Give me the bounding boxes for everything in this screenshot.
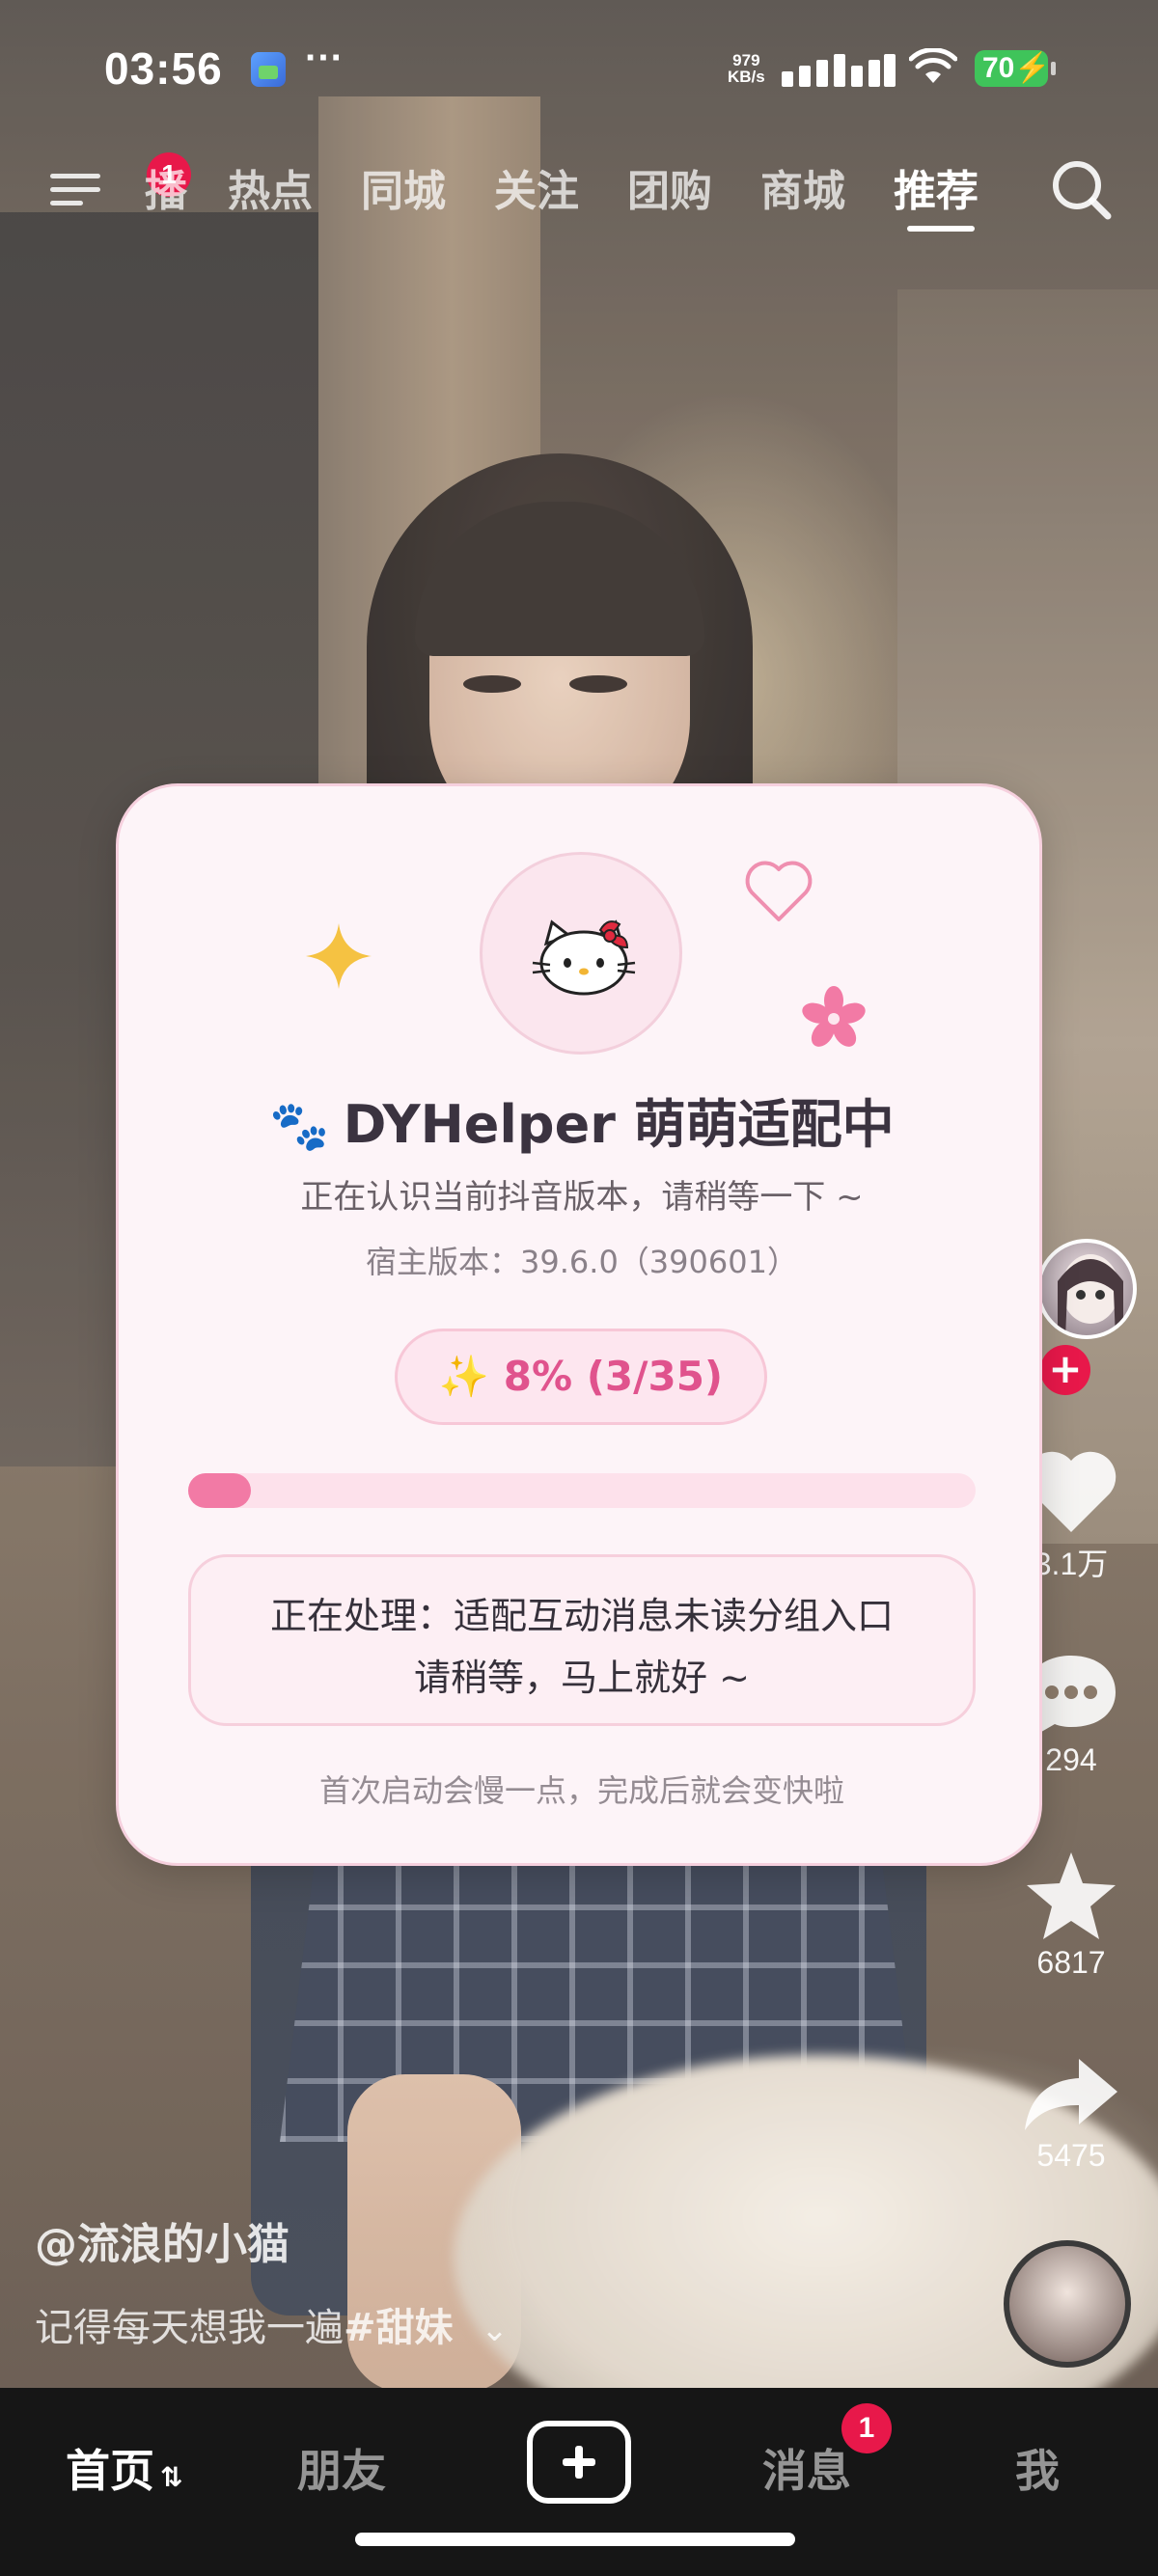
music-disc-icon[interactable]	[1004, 2240, 1131, 2368]
cellular-signal-icon	[782, 48, 896, 87]
progress-bar	[188, 1473, 976, 1508]
host-version: 宿主版本：39.6.0（390601）	[366, 1244, 798, 1280]
tab-live[interactable]: 播	[145, 156, 187, 218]
cherry-blossom-icon	[802, 986, 866, 1047]
tab-following[interactable]: 关注	[494, 156, 579, 218]
home-indicator[interactable]	[355, 2533, 795, 2546]
create-plus-icon[interactable]	[527, 2421, 631, 2504]
progress-pill: ✨ 8% (3/35)	[395, 1329, 767, 1425]
share-icon	[1025, 2059, 1117, 2130]
dialog-title: 🐾 DYHelper 萌萌适配中	[119, 1082, 1045, 1158]
messages-badge: 1	[841, 2403, 892, 2453]
caption-text: 记得每天想我一遍	[35, 2306, 344, 2350]
nav-home-label: 首页	[66, 2445, 154, 2497]
active-tab-indicator	[907, 226, 975, 232]
share-count: 5475	[1036, 2138, 1106, 2173]
dialog-title-text: DYHelper 萌萌适配中	[343, 1094, 895, 1155]
sparkle-icon	[306, 923, 372, 989]
search-icon[interactable]	[1044, 152, 1121, 230]
share-button[interactable]: 5475	[994, 2053, 1148, 2174]
processing-wait-note: 请稍等，马上就好 ~	[414, 1657, 750, 1699]
paw-icon: 🐾	[269, 1098, 330, 1154]
status-bar: 03:56 ··· 979 KB/s 70⚡	[0, 0, 1158, 135]
tab-nearby[interactable]: 同城	[361, 156, 446, 218]
tab-hot[interactable]: 热点	[228, 156, 313, 218]
wifi-icon	[909, 48, 957, 83]
creator-avatar[interactable]	[1036, 1239, 1137, 1339]
processing-status: 正在处理：适配互动消息未读分组入口	[269, 1595, 894, 1637]
favorite-button[interactable]: 6817	[994, 1849, 1148, 1981]
app-notification-icon	[251, 52, 286, 87]
video-caption[interactable]: 记得每天想我一遍#甜妹 ⌄	[35, 2296, 509, 2352]
swap-icon: ⇅	[160, 2461, 183, 2493]
battery-icon: 70⚡	[975, 50, 1056, 87]
network-speed: 979 KB/s	[728, 52, 765, 85]
favorite-count: 6817	[1036, 1945, 1106, 1980]
tab-mall[interactable]: 商城	[760, 156, 845, 218]
tab-group-buy[interactable]: 团购	[627, 156, 712, 218]
expand-caption-icon[interactable]: ⌄	[481, 2311, 509, 2349]
caption-hashtag[interactable]: #甜妹	[344, 2306, 454, 2350]
follow-button[interactable]: +	[1040, 1345, 1090, 1395]
battery-level: 70	[982, 52, 1015, 84]
menu-button[interactable]: 1	[50, 152, 191, 212]
adaptation-dialog: 🐾 DYHelper 萌萌适配中 正在认识当前抖音版本，请稍等一下 ~ 宿主版本：…	[116, 783, 1042, 1866]
author-name[interactable]: @流浪的小猫	[35, 2209, 290, 2271]
processing-status-box: 正在处理：适配互动消息未读分组入口 请稍等，马上就好 ~	[188, 1554, 976, 1726]
more-notifications-icon: ···	[305, 37, 344, 79]
dialog-footer-note: 首次启动会慢一点，完成后就会变快啦	[318, 1772, 844, 1809]
heart-outline-icon	[745, 861, 813, 921]
progress-bar-fill	[188, 1473, 252, 1508]
charging-icon: ⚡	[1014, 52, 1051, 84]
top-nav: 1 播 热点 同城 关注 团购 商城 推荐	[0, 145, 1158, 241]
hello-kitty-logo	[480, 852, 682, 1055]
hello-kitty-icon	[532, 919, 636, 996]
status-time: 03:56	[104, 43, 223, 94]
nav-friends[interactable]: 朋友	[297, 2436, 386, 2500]
nav-messages[interactable]: 消息	[762, 2436, 851, 2500]
nav-me[interactable]: 我	[1015, 2436, 1060, 2500]
nav-home[interactable]: 首页 ⇅	[66, 2436, 182, 2500]
dialog-subtitle: 正在认识当前抖音版本，请稍等一下 ~	[300, 1178, 864, 1217]
network-speed-value: 979	[732, 51, 760, 69]
bottom-nav: 首页 ⇅ 朋友 消息 1 我	[0, 2388, 1158, 2576]
network-speed-unit: KB/s	[728, 68, 765, 86]
tab-recommend[interactable]: 推荐	[894, 156, 979, 218]
star-icon	[1027, 1852, 1116, 1939]
